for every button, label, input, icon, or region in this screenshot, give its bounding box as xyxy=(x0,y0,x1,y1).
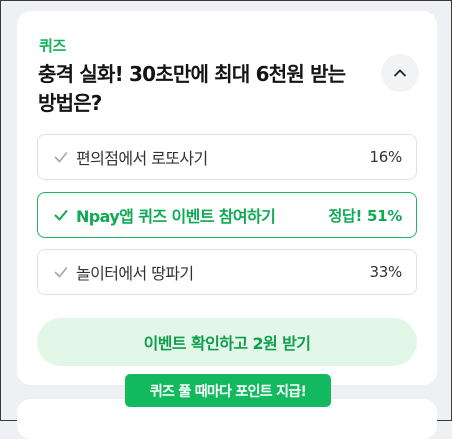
quiz-option[interactable]: 놀이터에서 땅파기 33% xyxy=(37,249,417,295)
quiz-tag: 퀴즈 xyxy=(39,37,67,55)
quiz-option-label: Npay앱 퀴즈 이벤트 참여하기 xyxy=(76,207,276,226)
check-icon xyxy=(52,263,70,281)
check-icon xyxy=(52,148,70,166)
check-icon xyxy=(52,206,70,224)
quiz-title: 충격 실화! 30초만에 최대 6천원 받는 방법은? xyxy=(38,62,346,115)
chevron-up-icon xyxy=(394,69,406,77)
quiz-card: 퀴즈 충격 실화! 30초만에 최대 6천원 받는 방법은? 편의점에서 로또사… xyxy=(17,11,437,385)
collapse-button[interactable] xyxy=(381,54,419,92)
event-cta-button[interactable]: 이벤트 확인하고 2원 받기 xyxy=(37,318,417,366)
quiz-option-percent: 16% xyxy=(369,148,403,166)
quiz-option-label: 놀이터에서 땅파기 xyxy=(76,264,194,283)
quiz-option-label: 편의점에서 로또사기 xyxy=(76,149,208,168)
points-badge: 퀴즈 풀 때마다 포인트 지급! xyxy=(125,374,331,407)
quiz-option-correct[interactable]: Npay앱 퀴즈 이벤트 참여하기 정답! 51% xyxy=(37,192,417,238)
quiz-option[interactable]: 편의점에서 로또사기 16% xyxy=(37,134,417,180)
quiz-option-percent: 33% xyxy=(369,263,403,281)
quiz-option-percent: 정답! 51% xyxy=(328,206,403,225)
